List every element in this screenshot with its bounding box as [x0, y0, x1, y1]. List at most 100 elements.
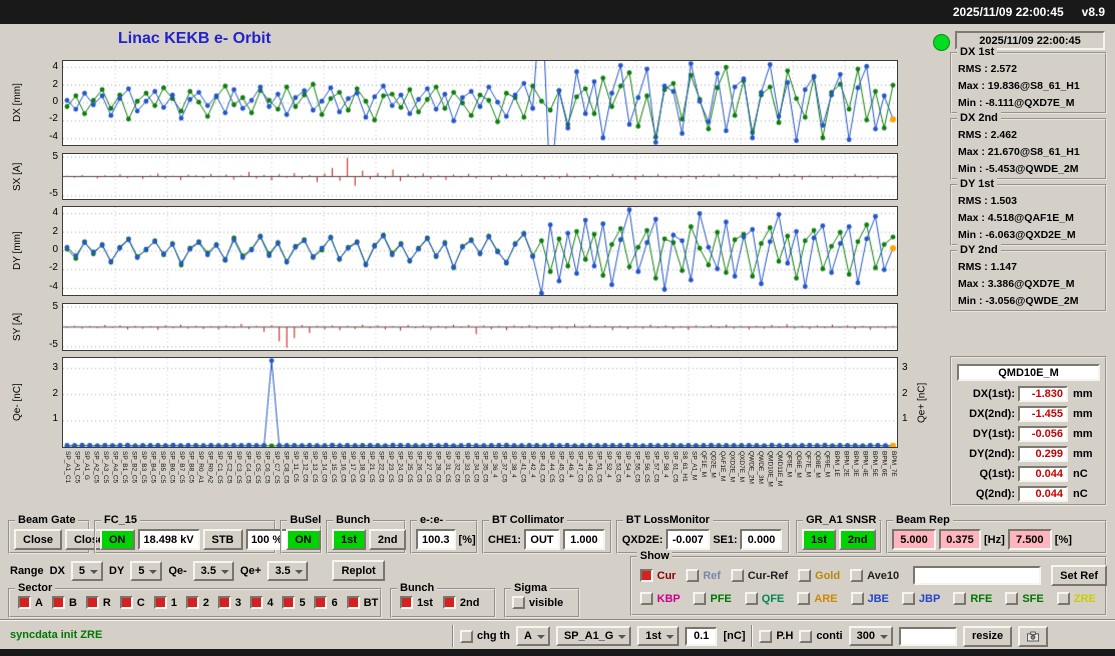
statusbar-input[interactable]	[898, 626, 957, 646]
show-are-option[interactable]: ARE	[797, 592, 838, 605]
zre-checkbox[interactable]	[1056, 592, 1070, 605]
bunch-1st-option[interactable]: 1st	[400, 596, 433, 609]
sector-1-option[interactable]: 1	[153, 596, 177, 609]
bunch-2nd-checkbox[interactable]	[442, 596, 456, 609]
show-jbe-option[interactable]: JBE	[850, 592, 889, 605]
sector-3-option[interactable]: 3	[218, 596, 241, 609]
range-dy-select[interactable]: 5	[130, 560, 163, 581]
rfe-checkbox[interactable]	[953, 592, 967, 605]
sector-r-checkbox[interactable]	[85, 596, 99, 609]
range-qe-plus-select[interactable]: 3.5	[267, 560, 309, 581]
snapshot-button[interactable]	[1018, 625, 1049, 647]
sector-bt-option[interactable]: BT	[346, 596, 378, 609]
show-sfe-option[interactable]: SFE	[1005, 592, 1044, 605]
bpm-label: SP_16_C5	[339, 451, 347, 483]
sector-b-option[interactable]: B	[51, 596, 77, 609]
interval-select[interactable]: 300	[848, 626, 893, 646]
show-cur-ref-option[interactable]: Cur-Ref	[730, 569, 789, 582]
show-rfe-option[interactable]: RFE	[953, 592, 992, 605]
show-gold-option[interactable]: Gold	[798, 569, 840, 582]
ref-checkbox[interactable]	[685, 569, 699, 582]
conti-checkbox[interactable]	[799, 629, 813, 643]
sector-6-checkbox[interactable]	[314, 596, 328, 609]
chg-th-checkbox[interactable]	[460, 629, 473, 643]
range-dx-select[interactable]: 5	[70, 560, 104, 581]
show-zre-option[interactable]: ZRE	[1056, 592, 1096, 605]
jbe-checkbox[interactable]	[850, 592, 864, 605]
sector-r-option[interactable]: R	[85, 596, 111, 609]
sigma-visible-checkbox[interactable]	[512, 596, 525, 609]
gr-a1-2nd-button[interactable]: 2nd	[838, 529, 877, 550]
device-select[interactable]: SP_A1_G	[555, 626, 632, 646]
sx-plot-canvas[interactable]	[63, 154, 897, 199]
range-qe-minus-select[interactable]: 3.5	[192, 560, 235, 581]
chg-th-option[interactable]: chg th	[460, 629, 510, 643]
jbp-label: JBP	[918, 592, 941, 605]
pfe-checkbox[interactable]	[693, 592, 707, 605]
cur-ref-label: Cur-Ref	[747, 569, 789, 582]
sector-b-checkbox[interactable]	[51, 596, 65, 609]
sigma-visible-option[interactable]: visible	[512, 596, 563, 609]
bpm-label: QXD2E_M	[728, 451, 736, 483]
gr-a1-1st-button[interactable]: 1st	[802, 529, 836, 550]
bunch-1st-button[interactable]: 1st	[332, 529, 366, 550]
bunch-2nd-button[interactable]: 2nd	[368, 529, 407, 550]
kbp-checkbox[interactable]	[640, 592, 653, 605]
ph-option[interactable]: P.H	[759, 629, 793, 643]
sector-2-option[interactable]: 2	[185, 596, 209, 609]
bpm-label: SP_B4_C5	[149, 451, 157, 484]
ave10-checkbox[interactable]	[850, 569, 864, 582]
ph-checkbox[interactable]	[759, 629, 773, 643]
fc15-stb-button[interactable]: STB	[202, 529, 243, 550]
sfe-checkbox[interactable]	[1005, 592, 1019, 605]
bunch-2nd-option[interactable]: 2nd	[442, 596, 479, 609]
ref-name-input[interactable]	[913, 566, 1042, 585]
show-kbp-option[interactable]: KBP	[640, 592, 680, 605]
sector-4-checkbox[interactable]	[250, 596, 264, 609]
busel-group: BuSel ON	[280, 514, 325, 554]
show-ref-option[interactable]: Ref	[685, 569, 721, 582]
set-ref-button[interactable]: Set Ref	[1051, 565, 1108, 586]
gold-checkbox[interactable]	[798, 569, 812, 582]
q-plot-canvas[interactable]	[63, 358, 897, 447]
sector-c-checkbox[interactable]	[119, 596, 133, 609]
sector-2-checkbox[interactable]	[185, 596, 199, 609]
show-ave10-option[interactable]: Ave10	[850, 569, 899, 582]
sector-select[interactable]: A	[516, 626, 550, 646]
beam-gate-close-button-1[interactable]: Close	[14, 529, 62, 550]
interval-select-value: 300	[856, 630, 875, 642]
sector-5-option[interactable]: 5	[282, 596, 305, 609]
fc15-on-button[interactable]: ON	[100, 529, 135, 550]
sector-1-checkbox[interactable]	[153, 596, 167, 609]
conti-option[interactable]: conti	[799, 629, 843, 643]
are-checkbox[interactable]	[797, 592, 811, 605]
resize-button[interactable]: resize	[962, 625, 1013, 647]
bpm-label: SP_27_C5	[424, 451, 432, 483]
are-label: ARE	[814, 592, 838, 605]
busel-on-button[interactable]: ON	[286, 529, 321, 550]
show-pfe-option[interactable]: PFE	[693, 592, 732, 605]
show-qfe-option[interactable]: QFE	[744, 592, 784, 605]
sy-plot-canvas[interactable]	[63, 304, 897, 350]
bunch-order-select[interactable]: 1st	[637, 626, 680, 646]
sector-4-option[interactable]: 4	[250, 596, 273, 609]
bpm-label: SP_A1_C5	[73, 451, 81, 484]
dx-plot-canvas[interactable]	[63, 61, 897, 145]
replot-button[interactable]: Replot	[332, 560, 385, 581]
jbp-checkbox[interactable]	[901, 592, 915, 605]
sector-3-checkbox[interactable]	[218, 596, 232, 609]
bpm-label: QMD11E_M	[776, 451, 784, 487]
qfe-checkbox[interactable]	[744, 592, 758, 605]
cur-ref-checkbox[interactable]	[730, 569, 744, 582]
sector-bt-checkbox[interactable]	[346, 596, 360, 609]
sector-5-checkbox[interactable]	[282, 596, 296, 609]
bunch-1st-checkbox[interactable]	[400, 596, 413, 609]
show-jbp-option[interactable]: JBP	[901, 592, 941, 605]
sector-c-option[interactable]: C	[119, 596, 145, 609]
show-cur-option[interactable]: Cur	[640, 569, 676, 582]
cur-checkbox[interactable]	[640, 569, 653, 582]
dy-plot-canvas[interactable]	[63, 207, 897, 295]
sector-6-option[interactable]: 6	[314, 596, 338, 609]
sector-a-checkbox[interactable]	[18, 596, 31, 609]
sector-a-option[interactable]: A	[18, 596, 43, 609]
